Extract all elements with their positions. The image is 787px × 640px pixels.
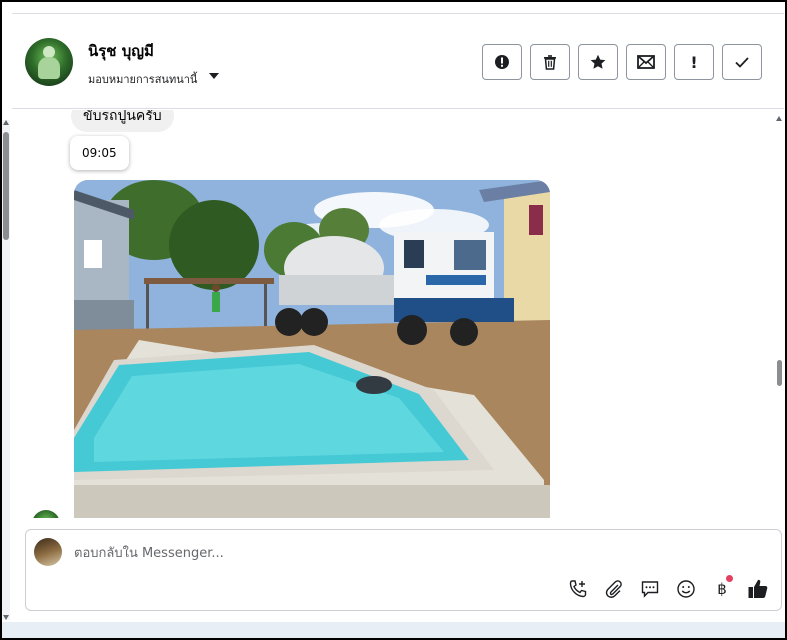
contact-name[interactable]: นิรุช บุญมี	[88, 39, 154, 63]
like-button[interactable]	[746, 577, 770, 601]
alert-circle-button[interactable]	[482, 44, 522, 80]
chat-bubble-icon	[641, 581, 659, 598]
chevron-down-icon[interactable]	[209, 73, 219, 79]
notification-dot	[726, 575, 733, 582]
conversation-header: นิรุช บุญมี มอบหมายการสนทนานี้ !	[12, 15, 784, 109]
scrollbar-thumb[interactable]	[777, 360, 782, 386]
bottom-bar	[2, 622, 785, 638]
scroll-down-arrow-icon[interactable]	[3, 615, 9, 620]
assign-conversation-label[interactable]: มอบหมายการสนทนานี้	[88, 70, 197, 88]
left-scrollbar[interactable]	[2, 120, 10, 620]
smiley-icon	[677, 580, 695, 598]
reply-composer: ฿	[25, 529, 782, 611]
trash-icon	[544, 55, 556, 70]
avatar-figure-body	[38, 57, 60, 79]
message-timestamp: 09:05	[70, 136, 129, 170]
saved-replies-button[interactable]	[638, 577, 662, 601]
phone-plus-icon	[569, 580, 587, 598]
attach-button[interactable]	[602, 577, 626, 601]
mark-important-button[interactable]: !	[674, 44, 714, 80]
mail-button[interactable]	[626, 44, 666, 80]
payment-button[interactable]: ฿	[710, 575, 734, 601]
sender-avatar[interactable]	[32, 510, 60, 518]
envelope-icon	[637, 55, 655, 69]
thumbs-up-icon	[748, 579, 768, 598]
check-icon	[735, 57, 749, 68]
emoji-button[interactable]	[674, 577, 698, 601]
page-avatar	[34, 538, 62, 566]
star-button[interactable]	[578, 44, 618, 80]
mark-done-button[interactable]	[722, 44, 762, 80]
message-thread[interactable]: ขับรถปูนครับ 09:05	[12, 110, 774, 518]
scrollbar-thumb[interactable]	[3, 132, 9, 240]
reply-input[interactable]	[74, 543, 674, 563]
baht-icon: ฿	[717, 580, 727, 598]
delete-button[interactable]	[530, 44, 570, 80]
message-photo[interactable]	[74, 180, 550, 518]
contact-avatar[interactable]	[25, 38, 73, 86]
paperclip-icon	[605, 580, 622, 598]
top-divider	[12, 2, 784, 14]
exclamation-icon: !	[690, 52, 698, 72]
star-icon	[590, 54, 606, 69]
call-add-button[interactable]	[566, 577, 590, 601]
alert-circle-icon	[495, 55, 509, 69]
right-scrollbar[interactable]	[774, 110, 784, 520]
scroll-up-arrow-icon[interactable]	[776, 116, 782, 121]
scroll-up-arrow-icon[interactable]	[3, 120, 9, 125]
concrete-truck-pool-image	[74, 180, 550, 518]
message-bubble[interactable]: ขับรถปูนครับ	[71, 110, 174, 132]
